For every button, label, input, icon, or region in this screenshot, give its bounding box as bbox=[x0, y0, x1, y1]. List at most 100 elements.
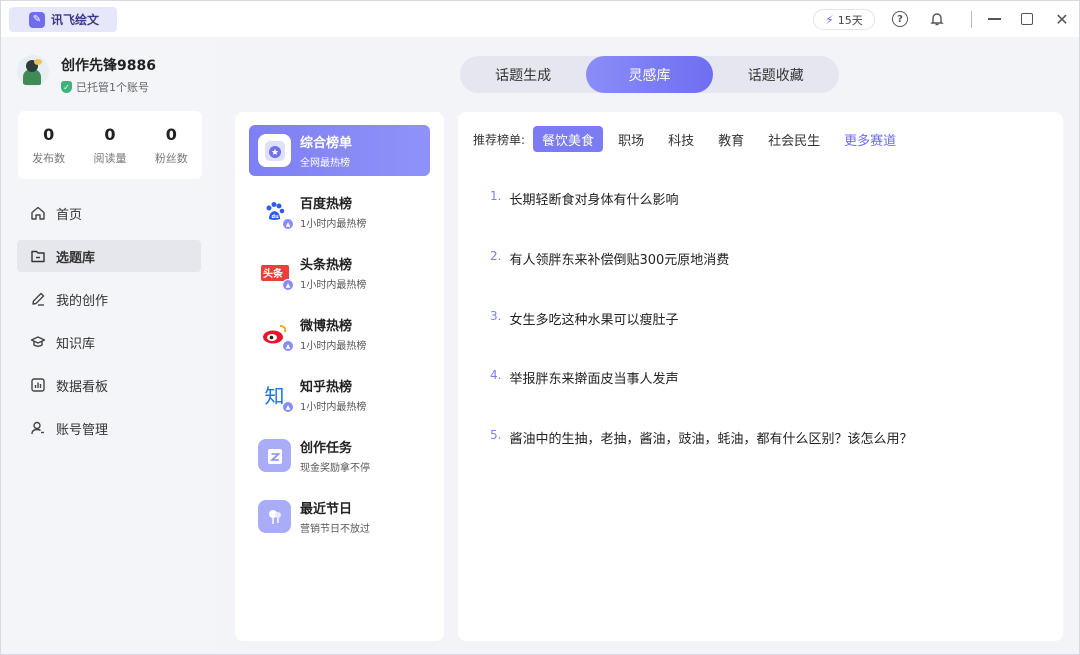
stat-value: 0 bbox=[165, 124, 177, 144]
minimize-icon[interactable] bbox=[985, 10, 1003, 28]
app-badge: ✎ 讯飞绘文 bbox=[9, 7, 117, 32]
source-item-tasks[interactable]: 创作任务 现金奖励拿不停 bbox=[249, 430, 430, 481]
topic-number: 1. bbox=[490, 189, 502, 203]
source-title: 最近节日 bbox=[300, 502, 353, 517]
flame-icon: ▲ bbox=[282, 218, 294, 230]
main-tabs: 话题生成 灵感库 话题收藏 bbox=[460, 56, 839, 93]
sidebar-item-label: 首页 bbox=[56, 207, 83, 223]
topic-number: 2. bbox=[490, 249, 502, 263]
source-title: 知乎热榜 bbox=[300, 380, 353, 395]
sidebar-item-label: 账号管理 bbox=[56, 422, 109, 438]
stats-card: 0 发布数 0 阅读量 0 粉丝数 bbox=[18, 111, 202, 179]
source-title: 创作任务 bbox=[300, 441, 353, 456]
source-item-weibo[interactable]: ▲ 微博热榜 1小时内最热榜 bbox=[249, 308, 430, 359]
source-subtitle: 全网最热榜 bbox=[300, 158, 350, 169]
home-icon bbox=[30, 205, 46, 221]
profile: 创作先锋9886 ✓ 已托管1个账号 bbox=[17, 55, 156, 95]
sidebar-item-topic-library[interactable]: 选题库 bbox=[17, 240, 201, 272]
profile-name: 创作先锋9886 bbox=[61, 58, 156, 74]
folder-icon bbox=[30, 248, 46, 264]
sidebar-item-knowledge[interactable]: 知识库 bbox=[17, 326, 201, 358]
topic-text: 酱油中的生抽，老抽，酱油，豉油，蚝油，都有什么区别？该怎么用？ bbox=[509, 432, 913, 447]
list-item[interactable]: 2. 有人领胖东来补偿倒贴300元原地消费 bbox=[490, 249, 729, 268]
source-item-festivals[interactable]: 最近节日 营销节日不放过 bbox=[249, 491, 430, 542]
chip-food[interactable]: 餐饮美食 bbox=[533, 126, 604, 152]
source-item-toutiao[interactable]: 头条 ▲ 头条热榜 1小时内最热榜 bbox=[249, 247, 430, 298]
topic-text: 长期轻断食对身体有什么影响 bbox=[509, 193, 679, 208]
sidebar-item-label: 知识库 bbox=[56, 336, 96, 352]
days-remaining-badge[interactable]: ⚡ 15天 bbox=[813, 9, 875, 30]
stat-label: 粉丝数 bbox=[154, 151, 188, 165]
chip-workplace[interactable]: 职场 bbox=[609, 126, 653, 152]
days-remaining-text: 15天 bbox=[837, 13, 863, 27]
graduation-cap-icon bbox=[30, 334, 46, 350]
festival-icon bbox=[258, 500, 291, 533]
stat-label: 阅读量 bbox=[93, 151, 127, 165]
chip-tech[interactable]: 科技 bbox=[659, 126, 703, 152]
sidebar-item-label: 选题库 bbox=[56, 250, 96, 266]
source-item-overall[interactable]: 综合榜单 全网最热榜 bbox=[249, 125, 430, 176]
stat-posts: 0 发布数 bbox=[19, 125, 79, 166]
sidebar-item-home[interactable]: 首页 bbox=[17, 197, 201, 229]
sidebar-item-dashboard[interactable]: 数据看板 bbox=[17, 369, 201, 401]
source-subtitle: 1小时内最热榜 bbox=[300, 402, 367, 413]
chip-society[interactable]: 社会民生 bbox=[759, 126, 829, 152]
source-title: 微博热榜 bbox=[300, 319, 353, 334]
sidebar-nav: 首页 选题库 我的创作 知识库 数据看板 账号管理 bbox=[17, 197, 201, 455]
topic-number: 4. bbox=[490, 368, 502, 382]
avatar[interactable] bbox=[17, 55, 49, 87]
chip-education[interactable]: 教育 bbox=[709, 126, 753, 152]
list-item[interactable]: 4. 举报胖东来擀面皮当事人发声 bbox=[490, 368, 678, 387]
zhihu-icon: 知 ▲ bbox=[258, 378, 294, 413]
stat-label: 发布数 bbox=[32, 151, 66, 165]
medal-icon bbox=[258, 134, 291, 167]
close-icon[interactable]: ✕ bbox=[1053, 10, 1071, 29]
sidebar-item-label: 我的创作 bbox=[56, 293, 109, 309]
tab-favorites[interactable]: 话题收藏 bbox=[713, 56, 839, 93]
title-bar: ✎ 讯飞绘文 ⚡ 15天 ? ✕ bbox=[1, 1, 1079, 37]
flame-icon: ▲ bbox=[282, 401, 294, 413]
app-logo-icon: ✎ bbox=[29, 11, 45, 28]
toutiao-icon: 头条 ▲ bbox=[258, 256, 294, 291]
topic-number: 5. bbox=[490, 428, 502, 442]
topic-panel: 推荐榜单: 餐饮美食 职场 科技 教育 社会民生 更多赛道 1. 长期轻断食对身… bbox=[458, 112, 1063, 641]
app-name: 讯飞绘文 bbox=[51, 13, 100, 27]
list-item[interactable]: 1. 长期轻断食对身体有什么影响 bbox=[490, 189, 678, 208]
source-subtitle: 营销节日不放过 bbox=[300, 524, 370, 535]
maximize-icon[interactable] bbox=[1018, 10, 1036, 28]
stat-followers: 0 粉丝数 bbox=[141, 125, 201, 166]
help-icon[interactable]: ? bbox=[892, 11, 908, 27]
list-item[interactable]: 5. 酱油中的生抽，老抽，酱油，豉油，蚝油，都有什么区别？该怎么用？ bbox=[490, 428, 912, 447]
source-item-baidu[interactable]: du ▲ 百度热榜 1小时内最热榜 bbox=[249, 186, 430, 237]
flame-icon: ▲ bbox=[282, 340, 294, 352]
filter-row: 推荐榜单: 餐饮美食 职场 科技 教育 社会民生 更多赛道 bbox=[473, 126, 911, 152]
bell-icon[interactable] bbox=[928, 10, 946, 28]
stat-value: 0 bbox=[104, 124, 116, 144]
sidebar-item-my-creations[interactable]: 我的创作 bbox=[17, 283, 201, 315]
filter-label: 推荐榜单: bbox=[473, 132, 526, 147]
source-subtitle: 1小时内最热榜 bbox=[300, 219, 367, 230]
topic-text: 有人领胖东来补偿倒贴300元原地消费 bbox=[509, 253, 730, 268]
list-item[interactable]: 3. 女生多吃这种水果可以瘦肚子 bbox=[490, 309, 678, 328]
stat-value: 0 bbox=[43, 124, 55, 144]
sidebar: 创作先锋9886 ✓ 已托管1个账号 0 发布数 0 阅读量 0 粉丝数 首页 … bbox=[1, 37, 217, 654]
source-subtitle: 现金奖励拿不停 bbox=[300, 463, 370, 474]
topic-text: 举报胖东来擀面皮当事人发声 bbox=[509, 372, 679, 387]
tab-topic-generation[interactable]: 话题生成 bbox=[460, 56, 586, 93]
tab-inspiration[interactable]: 灵感库 bbox=[586, 56, 713, 93]
sidebar-item-accounts[interactable]: 账号管理 bbox=[17, 412, 201, 444]
source-title: 综合榜单 bbox=[300, 136, 353, 151]
profile-managed-text: 已托管1个账号 bbox=[76, 81, 149, 94]
topic-number: 3. bbox=[490, 309, 502, 323]
source-list: 综合榜单 全网最热榜 du ▲ 百度热榜 1小时内最热榜 头条 ▲ 头条热榜 1… bbox=[235, 112, 444, 641]
svg-text:du: du bbox=[271, 214, 279, 220]
lightning-icon: ⚡ bbox=[825, 12, 834, 27]
stat-reads: 0 阅读量 bbox=[80, 125, 140, 166]
topic-text: 女生多吃这种水果可以瘦肚子 bbox=[509, 313, 679, 328]
sidebar-item-label: 数据看板 bbox=[56, 379, 109, 395]
shield-check-icon: ✓ bbox=[61, 81, 72, 93]
flame-icon: ▲ bbox=[282, 279, 294, 291]
source-item-zhihu[interactable]: 知 ▲ 知乎热榜 1小时内最热榜 bbox=[249, 369, 430, 420]
source-subtitle: 1小时内最热榜 bbox=[300, 280, 367, 291]
more-tracks-link[interactable]: 更多赛道 bbox=[835, 126, 905, 152]
